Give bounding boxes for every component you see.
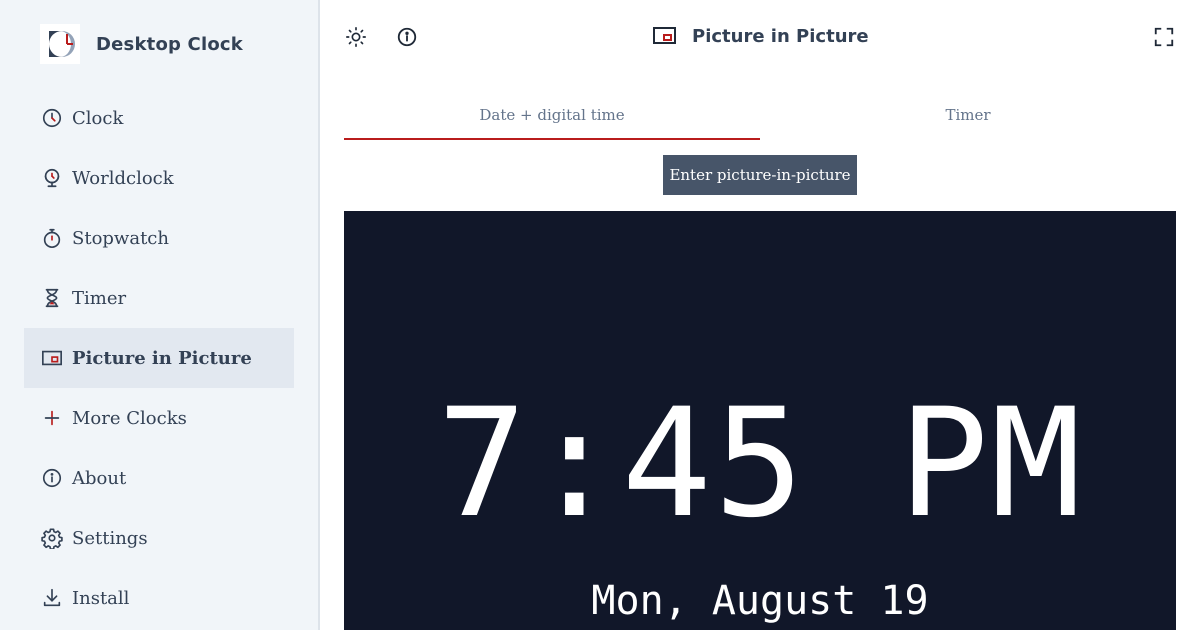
- clock-icon: [40, 106, 64, 130]
- app-logo: [40, 24, 80, 64]
- page-title: Picture in Picture: [652, 22, 869, 50]
- sidebar-item-picture-in-picture[interactable]: Picture in Picture: [24, 328, 294, 388]
- app-name: Desktop Clock: [96, 33, 243, 55]
- brand[interactable]: Desktop Clock: [40, 24, 243, 64]
- preview-date: Mon, August 19: [591, 578, 929, 624]
- hourglass-icon: [40, 286, 64, 310]
- sidebar-item-label: Stopwatch: [72, 227, 169, 249]
- sidebar-item-stopwatch[interactable]: Stopwatch: [24, 208, 294, 268]
- sidebar-item-label: Install: [72, 587, 130, 609]
- info-icon[interactable]: [394, 24, 420, 50]
- stopwatch-icon: [40, 226, 64, 250]
- info-icon: [40, 466, 64, 490]
- sun-icon[interactable]: [343, 24, 369, 50]
- clock-preview: 7:45 PM Mon, August 19: [344, 211, 1176, 630]
- tab-date-digital-time[interactable]: Date + digital time: [344, 100, 760, 140]
- sidebar-item-more-clocks[interactable]: More Clocks: [24, 388, 294, 448]
- sidebar-item-clock[interactable]: Clock: [24, 88, 294, 148]
- sidebar-item-label: Settings: [72, 527, 148, 549]
- sidebar-item-label: About: [72, 467, 127, 489]
- sidebar-item-label: Timer: [72, 287, 127, 309]
- sidebar-divider: [318, 0, 320, 630]
- picture-in-picture-icon: [40, 346, 64, 370]
- picture-in-picture-icon: [653, 27, 676, 44]
- sidebar-item-settings[interactable]: Settings: [24, 508, 294, 568]
- sidebar-item-install[interactable]: Install: [24, 568, 294, 628]
- gear-icon: [40, 526, 64, 550]
- tab-timer[interactable]: Timer: [760, 100, 1176, 140]
- sidebar-item-label: Picture in Picture: [72, 347, 252, 369]
- sidebar-item-worldclock[interactable]: Worldclock: [24, 148, 294, 208]
- enter-pip-button[interactable]: Enter picture-in-picture: [663, 155, 857, 195]
- sidebar-item-label: More Clocks: [72, 407, 187, 429]
- page-title-text: Picture in Picture: [692, 25, 869, 47]
- plus-icon: [40, 406, 64, 430]
- sidebar-item-label: Worldclock: [72, 167, 174, 189]
- preview-time: 7:45 PM: [436, 377, 1084, 551]
- download-icon: [40, 586, 64, 610]
- globe-clock-icon: [40, 166, 64, 190]
- sidebar: Desktop Clock Clock Worldclock Stopwatch…: [0, 0, 318, 630]
- top-bar: Picture in Picture: [320, 0, 1200, 72]
- sidebar-nav: Clock Worldclock Stopwatch Timer Picture…: [24, 88, 294, 628]
- sidebar-item-about[interactable]: About: [24, 448, 294, 508]
- tab-bar: Date + digital time Timer: [344, 100, 1176, 140]
- sidebar-item-label: Clock: [72, 107, 124, 129]
- fullscreen-icon[interactable]: [1151, 24, 1177, 50]
- sidebar-item-timer[interactable]: Timer: [24, 268, 294, 328]
